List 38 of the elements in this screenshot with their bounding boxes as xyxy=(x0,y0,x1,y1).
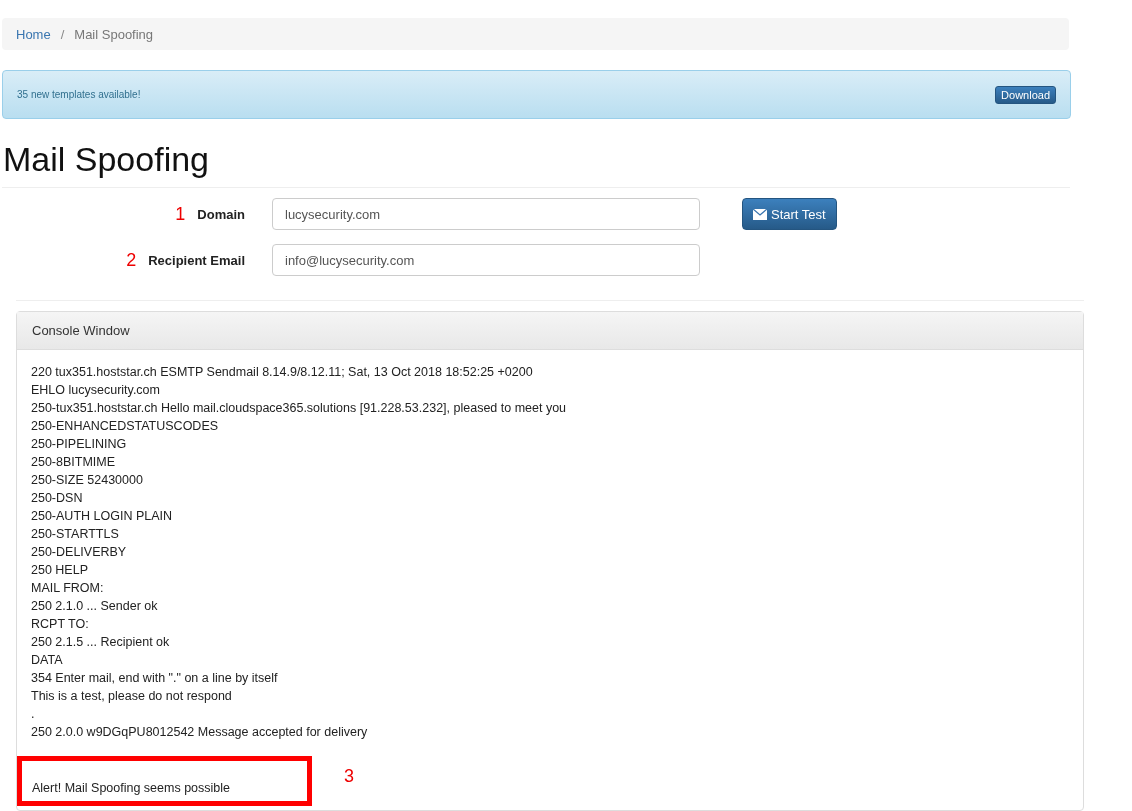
console-line: 250-DELIVERBY xyxy=(31,544,128,561)
console-line: RCPT TO: xyxy=(31,616,90,633)
console-line: 250 2.0.0 w9DGqPU8012542 Message accepted for delivery xyxy=(31,724,369,741)
console-line: 220 tux351.hoststar.ch ESMTP Sendmail 8.14.9/8.12.11; Sat, 13 Oct 2018 18:52:25 +0200 xyxy=(31,364,534,381)
annotation-number: 2 xyxy=(126,249,137,271)
console-line: 250 2.1.5 ... Recipient ok xyxy=(31,634,171,651)
download-button[interactable]: Download xyxy=(995,85,1056,104)
console-line: 250 HELP xyxy=(31,562,89,579)
alert-message: Alert! Mail Spoofing seems possible xyxy=(32,781,230,795)
annotation-number: 3 xyxy=(344,766,354,787)
console-line: . xyxy=(31,706,36,723)
console-line: 250-STARTTLS xyxy=(31,526,120,543)
console-line: 250 2.1.0 ... Sender ok xyxy=(31,598,159,615)
console-line: 250-DSN xyxy=(31,490,84,507)
envelope-icon xyxy=(753,208,767,220)
console-line: 250-PIPELINING xyxy=(31,436,128,453)
console-line: DATA xyxy=(31,652,64,669)
notice-text: 35 new templates available! xyxy=(17,89,141,100)
input-field[interactable]: info@lucysecurity.com xyxy=(272,244,700,276)
breadcrumb-separator: / xyxy=(60,26,65,42)
console-line: This is a test, please do not respond xyxy=(31,688,233,705)
console-line: EHLO lucysecurity.com xyxy=(31,382,161,399)
field-label: Recipient Email xyxy=(148,252,245,268)
console-line: 250-AUTH LOGIN PLAIN xyxy=(31,508,173,525)
field-label: Domain xyxy=(197,206,245,222)
console-line: MAIL FROM: xyxy=(31,580,105,597)
console-line: 250-SIZE 52430000 xyxy=(31,472,144,489)
page-title: Mail Spoofing xyxy=(3,139,210,180)
input-field[interactable]: lucysecurity.com xyxy=(272,198,700,230)
console-line: 354 Enter mail, end with "." on a line by itself xyxy=(31,670,279,687)
panel-title: Console Window xyxy=(32,323,130,338)
console-line: 250-8BITMIME xyxy=(31,454,117,471)
console-line: 250-tux351.hoststar.ch Hello mail.cloudspace365.solutions [91.228.53.232], pleased to meet you xyxy=(31,400,568,417)
console-line: 250-ENHANCEDSTATUSCODES xyxy=(31,418,220,435)
breadcrumb-current: Mail Spoofing xyxy=(74,26,154,42)
breadcrumb-link[interactable]: Home xyxy=(16,26,51,42)
start-test-button[interactable]: Start Test xyxy=(742,198,837,230)
annotation-number: 1 xyxy=(175,203,186,225)
